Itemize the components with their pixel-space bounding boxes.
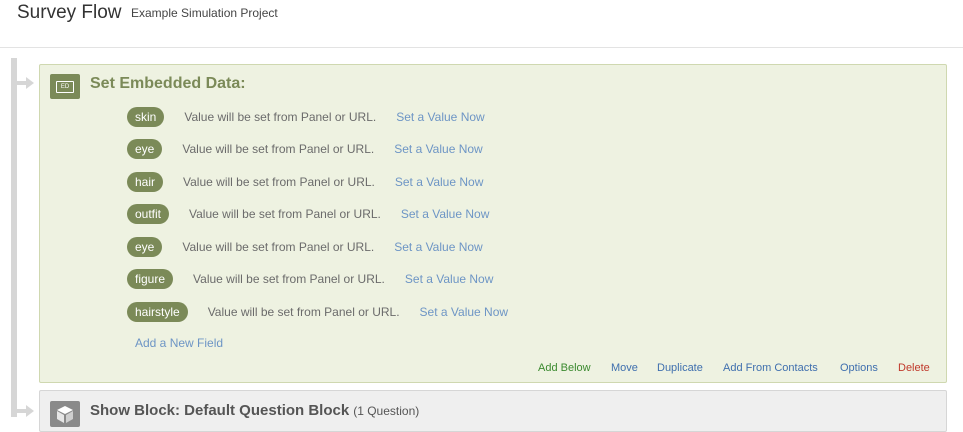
- embedded-field-row: hair Value will be set from Panel or URL…: [127, 172, 483, 192]
- project-name: Example Simulation Project: [131, 6, 278, 20]
- embedded-data-icon: ED: [50, 74, 80, 99]
- field-value-note: Value will be set from Panel or URL.: [207, 305, 400, 319]
- embedded-data-element: ED Set Embedded Data: skin Value will be…: [39, 64, 947, 383]
- question-count: (1 Question): [353, 404, 420, 418]
- field-name-pill[interactable]: eye: [127, 139, 163, 159]
- add-below-button[interactable]: Add Below: [538, 362, 591, 374]
- field-name-pill[interactable]: hair: [127, 172, 164, 192]
- embedded-field-row: skin Value will be set from Panel or URL…: [127, 107, 485, 127]
- field-value-note: Value will be set from Panel or URL.: [183, 175, 375, 189]
- field-value-note: Value will be set from Panel or URL.: [182, 240, 375, 254]
- field-name-pill[interactable]: outfit: [127, 204, 170, 224]
- field-value-note: Value will be set from Panel or URL.: [193, 272, 385, 286]
- embedded-field-row: eye Value will be set from Panel or URL.…: [127, 139, 483, 159]
- flow-connector-line: [11, 58, 17, 417]
- field-value-note: Value will be set from Panel or URL.: [184, 110, 377, 124]
- field-name-pill[interactable]: skin: [127, 107, 165, 127]
- show-block-title[interactable]: Show Block: Default Question Block (1 Que…: [90, 402, 419, 419]
- field-name-pill[interactable]: hairstyle: [127, 302, 188, 322]
- options-button[interactable]: Options: [840, 362, 878, 374]
- set-value-link[interactable]: Set a Value Now: [405, 272, 494, 286]
- duplicate-button[interactable]: Duplicate: [657, 362, 703, 374]
- block-cube-icon: [50, 401, 80, 427]
- set-value-link[interactable]: Set a Value Now: [396, 110, 485, 124]
- set-value-link[interactable]: Set a Value Now: [394, 240, 483, 254]
- set-value-link[interactable]: Set a Value Now: [401, 207, 490, 221]
- embedded-data-title[interactable]: Set Embedded Data:: [90, 75, 246, 93]
- show-block-title-text: Show Block: Default Question Block: [90, 402, 350, 419]
- embedded-field-row: outfit Value will be set from Panel or U…: [127, 204, 489, 224]
- field-name-pill[interactable]: figure: [127, 269, 174, 289]
- page-header: Survey Flow Example Simulation Project: [0, 0, 963, 48]
- delete-button[interactable]: Delete: [898, 362, 930, 374]
- add-from-contacts-button[interactable]: Add From Contacts: [723, 362, 818, 374]
- page-title: Survey Flow: [17, 2, 122, 23]
- show-block-element: Show Block: Default Question Block (1 Que…: [39, 390, 947, 432]
- set-value-link[interactable]: Set a Value Now: [395, 175, 484, 189]
- move-button[interactable]: Move: [611, 362, 638, 374]
- field-value-note: Value will be set from Panel or URL.: [182, 142, 375, 156]
- field-value-note: Value will be set from Panel or URL.: [189, 207, 381, 221]
- flow-arrow-icon: [14, 405, 34, 417]
- set-value-link[interactable]: Set a Value Now: [420, 305, 509, 319]
- set-value-link[interactable]: Set a Value Now: [394, 142, 483, 156]
- field-name-pill[interactable]: eye: [127, 237, 163, 257]
- add-new-field-link[interactable]: Add a New Field: [135, 336, 223, 350]
- flow-arrow-icon: [14, 77, 34, 89]
- embedded-field-row: hairstyle Value will be set from Panel o…: [127, 302, 508, 322]
- embedded-field-row: figure Value will be set from Panel or U…: [127, 269, 493, 289]
- embedded-field-row: eye Value will be set from Panel or URL.…: [127, 237, 483, 257]
